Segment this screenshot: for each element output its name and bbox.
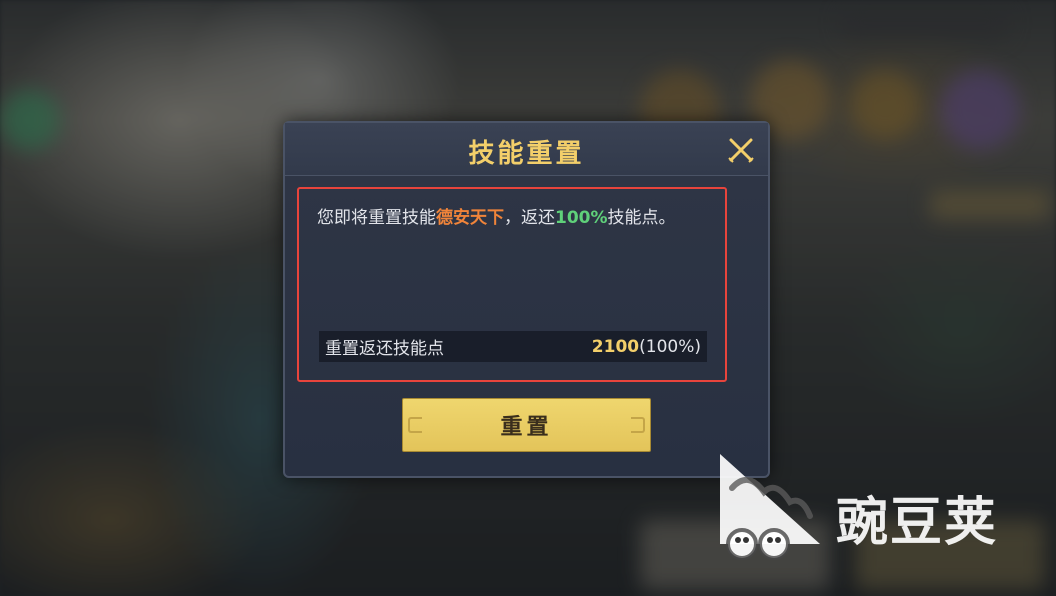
message-prefix: 您即将重置技能 [317, 208, 436, 228]
message-suffix: 技能点。 [607, 208, 676, 228]
reset-button[interactable]: 重置 [402, 398, 651, 452]
reset-message: 您即将重置技能德安天下，返还100%技能点。 [317, 205, 717, 231]
reset-info-panel: 您即将重置技能德安天下，返还100%技能点。 重置返还技能点 2100(100%… [297, 187, 727, 382]
watermark-text: 豌豆荚 [836, 493, 999, 553]
wandoujia-logo-icon [720, 454, 820, 560]
button-ornament-right [631, 417, 645, 433]
refund-amount: 2100 [591, 336, 640, 357]
reset-button-label: 重置 [500, 414, 553, 440]
skill-name: 德安天下 [436, 208, 504, 228]
dialog-header: 技能重置 [285, 123, 768, 176]
dialog-title: 技能重置 [468, 139, 585, 169]
refund-label: 重置返还技能点 [325, 339, 444, 359]
refund-row: 重置返还技能点 2100(100%) [319, 331, 707, 362]
close-button[interactable] [726, 135, 756, 165]
refund-value: 2100(100%) [592, 337, 701, 357]
watermark: 豌豆荚 [712, 448, 1032, 568]
message-middle: ，返还 [504, 208, 555, 228]
refund-percent: 100% [555, 208, 608, 228]
button-ornament-left [408, 417, 422, 433]
skill-reset-dialog: 技能重置 您即将重置技能德安天下，返还100%技能点。 重置返还技能点 2100… [283, 121, 770, 478]
refund-percent-text: (100%) [639, 336, 701, 357]
close-x-icon [728, 138, 754, 163]
